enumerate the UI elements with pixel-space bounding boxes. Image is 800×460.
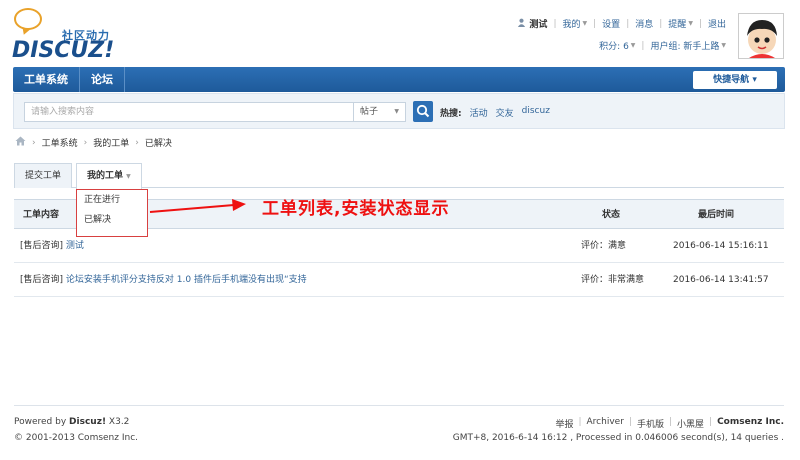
- chevron-down-icon: ▼: [394, 108, 399, 115]
- speech-bubble-icon: [14, 8, 42, 30]
- footer-link-report[interactable]: 举报: [555, 417, 573, 430]
- nav-forum[interactable]: 论坛: [80, 67, 125, 92]
- hot-term[interactable]: 交友: [496, 106, 514, 119]
- footer-company[interactable]: Comsenz Inc.: [717, 417, 784, 427]
- main-nav: 工单系统 论坛 快捷导航 ▾: [13, 67, 785, 92]
- footer-powered: Powered by Discuz! X3.2: [14, 417, 130, 427]
- user-icon: [517, 18, 526, 30]
- breadcrumb-item[interactable]: 我的工单: [93, 136, 129, 149]
- status-cell: 评价：满意: [581, 241, 627, 251]
- ticket-tabs: 提交工单 我的工单 ▼: [14, 163, 784, 189]
- discuz-link[interactable]: Discuz!: [69, 417, 106, 427]
- chevron-down-icon: ▼: [126, 173, 131, 180]
- breadcrumb-item[interactable]: 工单系统: [42, 136, 78, 149]
- home-icon[interactable]: [15, 136, 26, 149]
- tab-my-tickets[interactable]: 我的工单 ▼: [76, 163, 142, 189]
- annotation-arrow-icon: [149, 199, 246, 213]
- ticket-cell: [售后咨询] 论坛安装手机评分支持反对 1.0 插件后手机端没有出现“支持: [20, 275, 307, 285]
- footer-link-blackroom[interactable]: 小黑屋: [677, 417, 704, 430]
- menu-settings[interactable]: 设置: [602, 17, 620, 30]
- breadcrumb: › 工单系统 › 我的工单 › 已解决: [15, 136, 172, 149]
- search-icon: [416, 104, 430, 118]
- avatar[interactable]: [738, 13, 784, 59]
- quick-nav-button[interactable]: 快捷导航 ▾: [693, 71, 777, 89]
- footer-divider: [14, 405, 784, 406]
- footer-link-mobile[interactable]: 手机版: [637, 417, 664, 430]
- chevron-right-icon: ›: [83, 137, 88, 148]
- username-link[interactable]: 测试: [529, 17, 547, 30]
- header-content: 工单内容: [23, 210, 60, 220]
- tab-submit-ticket[interactable]: 提交工单: [14, 163, 73, 188]
- header-status: 状态: [602, 210, 621, 220]
- usergroup-link[interactable]: 用户组: 新手上路: [650, 39, 719, 52]
- time-cell: 2016-06-14 13:41:57: [673, 275, 769, 285]
- user-menu: 测试 | 我的 ▼ | 设置 | 消息 | 提醒 ▼ | 退出: [517, 17, 726, 30]
- chevron-down-icon: ▼: [582, 20, 588, 27]
- header-time: 最后时间: [698, 210, 735, 220]
- nav-ticket-system[interactable]: 工单系统: [13, 67, 80, 92]
- chevron-right-icon: ›: [135, 137, 139, 148]
- footer-links: 举报 | Archiver | 手机版 | 小黑屋 | Comsenz Inc.: [555, 417, 784, 430]
- footer-link-archiver[interactable]: Archiver: [587, 417, 624, 430]
- hot-search: 热搜: 活动 交友 discuz: [440, 106, 550, 119]
- site-logo[interactable]: 社区动力 DISCUZ!: [12, 8, 132, 64]
- time-cell: 2016-06-14 15:16:11: [673, 241, 769, 251]
- footer-copyright: © 2001-2013 Comsenz Inc.: [14, 433, 139, 443]
- footer-stats: GMT+8, 2016-6-14 16:12 , Processed in 0.…: [452, 433, 784, 443]
- chevron-down-icon: ▼: [630, 42, 636, 49]
- chevron-down-icon: ▼: [688, 20, 693, 27]
- hot-term[interactable]: 活动: [470, 106, 488, 119]
- chevron-right-icon: ›: [32, 137, 36, 148]
- logo-wordmark: DISCUZ!: [12, 38, 115, 63]
- search-button[interactable]: [413, 101, 433, 122]
- breadcrumb-current: 已解决: [144, 139, 172, 149]
- ticket-title-link[interactable]: 论坛安装手机评分支持反对 1.0 插件后手机端没有出现“支持: [66, 275, 307, 285]
- user-stats: 积分: 6 ▼ | 用户组: 新手上路 ▼: [599, 39, 726, 53]
- menu-messages[interactable]: 消息: [635, 17, 653, 30]
- points-link[interactable]: 积分: 6: [599, 39, 629, 52]
- search-bar: 请输入搜索内容 帖子 ▼ 热搜: 活动 交友 discuz: [13, 93, 785, 129]
- search-type-select[interactable]: 帖子 ▼: [354, 102, 406, 122]
- menu-my[interactable]: 我的: [562, 17, 580, 30]
- search-input[interactable]: 请输入搜索内容: [24, 102, 354, 122]
- hot-search-label: 热搜:: [440, 109, 462, 119]
- annotation-text: 工单列表,安装状态显示: [262, 199, 450, 219]
- ticket-title-link[interactable]: 测试: [66, 241, 84, 251]
- ticket-cell: [售后咨询] 测试: [20, 241, 84, 251]
- menu-logout[interactable]: 退出: [708, 17, 726, 30]
- caret-down-icon: ▾: [752, 75, 757, 85]
- table-row[interactable]: [售后咨询] 论坛安装手机评分支持反对 1.0 插件后手机端没有出现“支持 评价…: [14, 263, 784, 297]
- hot-term[interactable]: discuz: [522, 106, 550, 119]
- my-tickets-dropdown: 正在进行 已解决: [76, 189, 148, 237]
- menu-notifications[interactable]: 提醒: [668, 17, 686, 30]
- chevron-down-icon: ▼: [721, 42, 726, 49]
- dropdown-item-in-progress[interactable]: 正在进行: [77, 190, 147, 210]
- status-cell: 评价：非常满意: [581, 275, 645, 285]
- dropdown-item-resolved[interactable]: 已解决: [77, 210, 147, 230]
